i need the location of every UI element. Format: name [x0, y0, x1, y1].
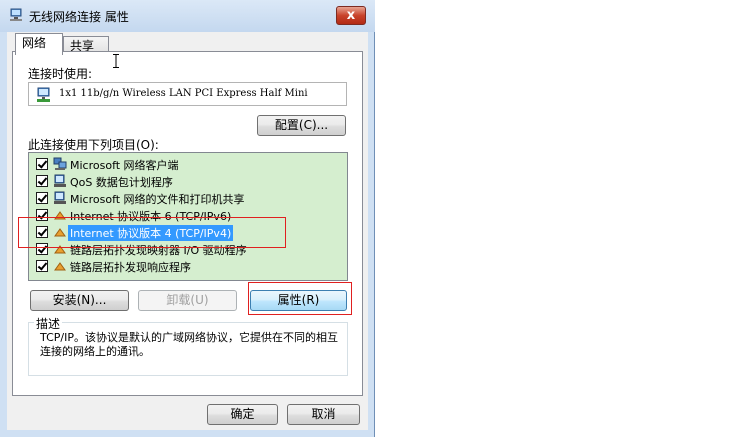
connect-using-label: 连接时使用: [28, 67, 93, 81]
window-title: 无线网络连接 属性 [29, 10, 129, 24]
item-checkbox[interactable] [36, 175, 48, 187]
title-bar[interactable]: 无线网络连接 属性 x [0, 0, 375, 32]
item-label: Microsoft 网络客户端 [70, 159, 179, 172]
adapter-name: 1x1 11b/g/n Wireless LAN PCI Express Hal… [59, 88, 308, 99]
item-checkbox[interactable] [36, 260, 48, 272]
description-title: 描述 [34, 315, 63, 332]
highlight-box [248, 282, 352, 315]
adapter-field: 1x1 11b/g/n Wireless LAN PCI Express Hal… [28, 82, 347, 106]
item-label: Microsoft 网络的文件和打印机共享 [70, 193, 245, 206]
list-item[interactable]: Microsoft 网络客户端 [29, 156, 347, 173]
list-item[interactable]: QoS 数据包计划程序 [29, 173, 347, 190]
network-adapter-icon [10, 8, 22, 21]
tab-network[interactable]: 网络 [15, 33, 63, 55]
cancel-button[interactable]: 取消 [287, 404, 360, 425]
highlight-box [18, 217, 286, 248]
items-label: 此连接使用下列项目(O): [28, 138, 159, 152]
description-text: TCP/IP。该协议是默认的广域网络协议，它提供在不同的相互连接的网络上的通讯。 [40, 331, 338, 358]
list-item[interactable]: 链路层拓扑发现响应程序 [29, 258, 347, 275]
protocol-icon [54, 262, 66, 271]
text-cursor-icon [113, 54, 119, 68]
network-adapter-icon [37, 87, 50, 102]
network-client-icon [53, 157, 67, 170]
install-button[interactable]: 安装(N)... [30, 290, 129, 311]
item-checkbox[interactable] [36, 192, 48, 204]
ok-button[interactable]: 确定 [207, 404, 278, 425]
file-share-icon [54, 191, 66, 204]
configure-button[interactable]: 配置(C)... [257, 115, 346, 136]
item-label: 链路层拓扑发现响应程序 [70, 261, 191, 274]
uninstall-button[interactable]: 卸载(U) [138, 290, 237, 311]
item-checkbox[interactable] [36, 158, 48, 170]
qos-icon [54, 174, 66, 187]
configure-button-label: 配置(C)... [274, 118, 329, 132]
list-item[interactable]: Microsoft 网络的文件和打印机共享 [29, 190, 347, 207]
item-label: QoS 数据包计划程序 [70, 176, 173, 189]
close-button[interactable]: x [336, 6, 366, 25]
